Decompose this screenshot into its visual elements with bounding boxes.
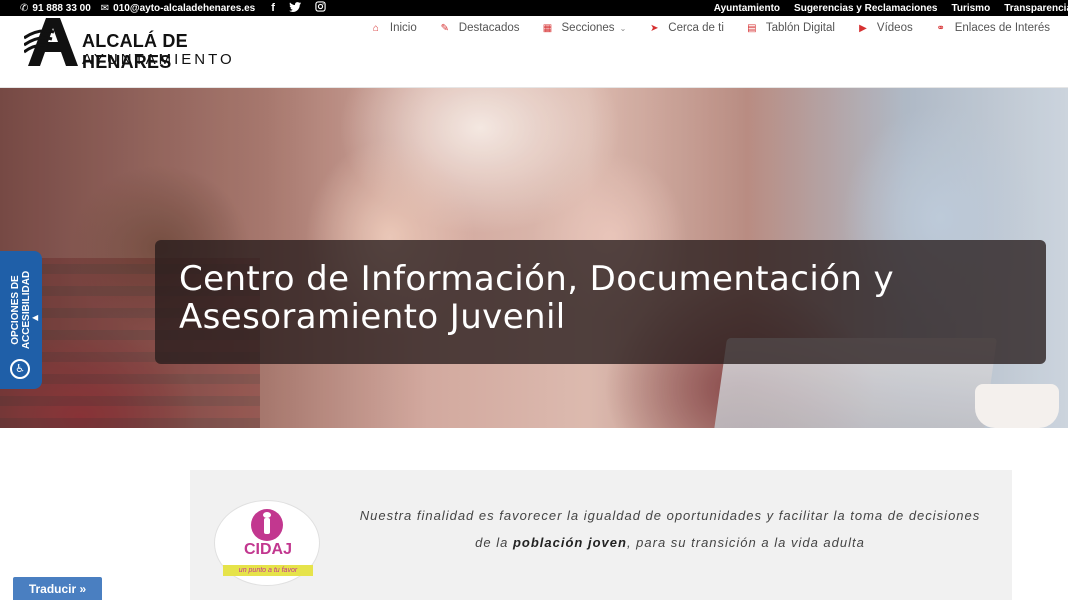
- top-link-transparencia[interactable]: Transparencia: [1004, 3, 1068, 14]
- envelope-icon: ✉: [100, 2, 110, 14]
- main-nav: ⌂ Inicio ✎ Destacados ▦ Secciones ⌄ ➤ Ce…: [370, 22, 1050, 34]
- nav-label: Inicio: [389, 22, 417, 34]
- mission-text-highlight: población joven: [512, 535, 627, 550]
- logo-subtitle: AYUNTAMIENTO: [82, 51, 235, 68]
- nav-item-destacados[interactable]: ✎ Destacados: [439, 22, 520, 34]
- board-icon: ▤: [747, 22, 757, 34]
- cidaj-logo: CIDAJ un punto a tu favor: [214, 500, 320, 586]
- logo-stem: [264, 518, 270, 534]
- hero-title-box: Centro de Información, Documentación y A…: [155, 240, 1046, 364]
- nav-item-cerca-de-ti[interactable]: ➤ Cerca de ti: [648, 22, 724, 34]
- nav-label: Destacados: [458, 22, 520, 34]
- accessibility-options-tab[interactable]: OPCIONES DE ACCESIBILIDAD ◀ ♿: [0, 251, 42, 389]
- accessibility-icon: ♿: [10, 359, 30, 379]
- phone-icon: ✆: [20, 2, 29, 14]
- top-links: Ayuntamiento Sugerencias y Reclamaciones…: [714, 0, 1068, 16]
- nav-item-inicio[interactable]: ⌂ Inicio: [370, 22, 417, 34]
- link-icon: ⚭: [936, 22, 945, 34]
- chevron-down-icon: ⌄: [619, 23, 627, 33]
- caret-left-icon: ◀: [32, 313, 39, 322]
- nav-item-secciones[interactable]: ▦ Secciones ⌄: [542, 22, 627, 34]
- mission-statement: Nuestra finalidad es favorecer la iguald…: [350, 502, 990, 556]
- logo-mark-icon: [24, 18, 78, 66]
- location-icon: ➤: [650, 22, 659, 34]
- video-icon: ▶: [859, 22, 867, 34]
- intro-panel: CIDAJ un punto a tu favor Nuestra finali…: [190, 470, 1012, 600]
- phone-number: 91 888 33 00: [32, 2, 91, 14]
- facebook-icon[interactable]: f: [271, 2, 275, 14]
- nav-label: Enlaces de Interés: [954, 22, 1050, 34]
- hero-banner: Centro de Información, Documentación y A…: [0, 88, 1068, 428]
- nav-item-tablon-digital[interactable]: ▤ Tablón Digital: [746, 22, 835, 34]
- grid-icon: ▦: [542, 22, 553, 34]
- nav-item-enlaces[interactable]: ⚭ Enlaces de Interés: [935, 22, 1050, 34]
- top-bar: ✆ 91 888 33 00 ✉ 010@ayto-alcaladehenare…: [0, 0, 1068, 16]
- nav-label: Secciones: [561, 22, 615, 34]
- nav-label: Cerca de ti: [668, 22, 724, 34]
- nav-item-videos[interactable]: ▶ Vídeos: [857, 22, 913, 34]
- nav-label: Tablón Digital: [765, 22, 835, 34]
- cidaj-logo-mark: [251, 509, 283, 541]
- pin-icon: ✎: [440, 22, 449, 34]
- home-icon: ⌂: [372, 22, 379, 34]
- email-link[interactable]: ✉ 010@ayto-alcaladehenares.es: [101, 3, 255, 14]
- translate-button[interactable]: Traducir »: [13, 577, 102, 600]
- site-logo[interactable]: ALCALÁ DE HENARES AYUNTAMIENTO: [24, 18, 264, 72]
- cidaj-logo-tagline: un punto a tu favor: [223, 565, 313, 576]
- top-link-sugerencias[interactable]: Sugerencias y Reclamaciones: [794, 3, 937, 14]
- accessibility-label: OPCIONES DE ACCESIBILIDAD: [10, 270, 32, 350]
- nav-label: Vídeos: [876, 22, 913, 34]
- top-link-ayuntamiento[interactable]: Ayuntamiento: [714, 3, 780, 14]
- twitter-icon[interactable]: [288, 1, 301, 15]
- top-link-turismo[interactable]: Turismo: [951, 3, 990, 14]
- email-address: 010@ayto-alcaladehenares.es: [113, 2, 256, 14]
- site-header: ALCALÁ DE HENARES AYUNTAMIENTO ⌂ Inicio …: [0, 16, 1068, 88]
- page-title: Centro de Información, Documentación y A…: [179, 259, 895, 337]
- phone-link[interactable]: ✆ 91 888 33 00: [20, 3, 91, 14]
- cidaj-logo-word: CIDAJ: [243, 541, 292, 558]
- contact-info: ✆ 91 888 33 00 ✉ 010@ayto-alcaladehenare…: [0, 1, 326, 15]
- instagram-icon[interactable]: [315, 1, 326, 15]
- mission-text-end: , para su transición a la vida adulta: [626, 535, 865, 550]
- social-links: f: [271, 1, 326, 15]
